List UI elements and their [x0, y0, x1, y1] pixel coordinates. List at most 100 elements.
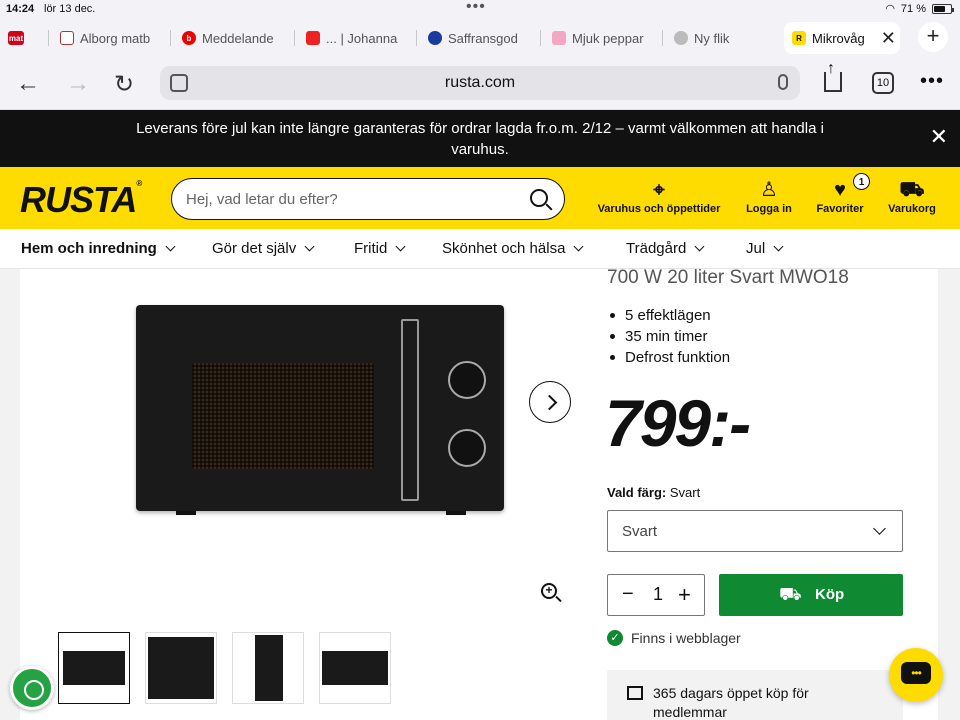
- nav-jul[interactable]: Jul: [746, 240, 784, 257]
- status-date: lör 13 dec.: [44, 3, 96, 15]
- chevron-down-icon: [304, 241, 315, 252]
- pink-favicon-icon: [552, 31, 566, 45]
- tab-mikrovag-active[interactable]: R Mikrovåg ✕: [784, 22, 900, 54]
- tab-label: Alborg matb: [80, 30, 151, 46]
- nav-label: Gör det själv: [212, 240, 297, 257]
- tab-alborg[interactable]: Alborg matb: [60, 26, 160, 50]
- microwave-handle: [401, 319, 419, 501]
- thumbnail-4[interactable]: [319, 632, 391, 704]
- location-pin-icon: ⌖: [653, 179, 665, 201]
- power-knob: [448, 361, 486, 399]
- tab-label: Mjuk peppar: [572, 30, 644, 46]
- cart-link[interactable]: ⛟ Varukorg: [884, 177, 940, 215]
- chat-button[interactable]: [889, 648, 943, 702]
- thumbnail-1[interactable]: [58, 632, 130, 704]
- zoom-icon[interactable]: +: [541, 583, 557, 599]
- favorites-badge: 1: [853, 173, 870, 190]
- select-value: Svart: [622, 523, 658, 540]
- product-title: 700 W 20 liter Svart MWO18: [607, 267, 849, 288]
- color-value: Svart: [669, 485, 701, 500]
- category-nav: Hem och inredning Gör det själv Fritid S…: [0, 229, 960, 269]
- b-favicon-icon: b: [182, 31, 196, 45]
- status-time: 14:24: [6, 3, 35, 15]
- close-tab-icon[interactable]: ✕: [881, 28, 896, 49]
- chevron-down-icon: [395, 241, 406, 252]
- product-image[interactable]: [136, 305, 504, 515]
- microwave-window: [192, 363, 374, 469]
- url-text: rusta.com: [444, 74, 516, 91]
- circle-favicon-icon: [428, 31, 442, 45]
- cart-label: Varukorg: [888, 203, 936, 215]
- tab-johanna[interactable]: ... | Johanna: [306, 26, 406, 50]
- nav-gor-det-sjalv[interactable]: Gör det själv: [212, 240, 315, 257]
- multitask-dots-icon[interactable]: •••: [466, 0, 486, 16]
- quantity-value[interactable]: 1: [653, 584, 663, 605]
- favorites-link[interactable]: ♥ 1 Favoriter: [812, 173, 870, 215]
- thumbnail-2[interactable]: [145, 632, 217, 704]
- chevron-down-icon: [873, 522, 886, 535]
- tab-label: Meddelande: [202, 30, 274, 46]
- tab-mat[interactable]: mat: [8, 26, 42, 50]
- cart-icon: ⛟: [899, 179, 925, 201]
- heart-icon: ♥ 1: [812, 173, 870, 203]
- tab-saffransgod[interactable]: Saffransgod: [428, 26, 528, 50]
- tab-count-button[interactable]: 10: [872, 72, 894, 94]
- buy-button[interactable]: ⛟ Köp: [719, 574, 903, 616]
- status-bar: 14:24 lör 13 dec. ••• ◠ 71 %: [0, 0, 960, 18]
- nav-fritid[interactable]: Fritid: [354, 240, 406, 257]
- chevron-down-icon: [694, 241, 705, 252]
- new-tab-button[interactable]: +: [918, 22, 948, 52]
- forward-arrow-icon[interactable]: →: [66, 70, 90, 98]
- feature-item: 35 min timer: [607, 326, 730, 347]
- rusta-logo[interactable]: RUSTA®: [20, 179, 142, 221]
- tab-label: Mikrovåg: [812, 30, 865, 46]
- rusta-favicon-icon: R: [792, 31, 806, 45]
- announcement-banner: Leverans före jul kan inte längre garant…: [0, 110, 960, 167]
- nav-hem-och-inredning[interactable]: Hem och inredning: [21, 240, 176, 257]
- nav-label: Fritid: [354, 240, 388, 257]
- box-icon: [627, 686, 643, 700]
- close-banner-icon[interactable]: ✕: [930, 124, 948, 150]
- nav-label: Hem och inredning: [21, 240, 157, 257]
- tab-mjuk-peppar[interactable]: Mjuk peppar: [552, 26, 652, 50]
- product-page: 700 W 20 liter Svart MWO18 + 5 effektläg…: [0, 267, 960, 720]
- more-menu-icon[interactable]: •••: [920, 70, 944, 93]
- timer-knob: [448, 429, 486, 467]
- site-header: RUSTA® Hej, vad letar du efter? ⌖ Varuhu…: [0, 167, 960, 229]
- increase-quantity-button[interactable]: +: [678, 582, 691, 608]
- login-link[interactable]: ♙ Logga in: [740, 177, 798, 215]
- tab-ny-flik[interactable]: Ny flik: [674, 26, 774, 50]
- share-icon[interactable]: [824, 60, 842, 92]
- search-icon[interactable]: [530, 189, 548, 207]
- reload-icon[interactable]: ↻: [114, 70, 134, 99]
- thumbnail-3[interactable]: [232, 632, 304, 704]
- stock-status: ✓ Finns i webblager: [607, 630, 741, 646]
- next-image-button[interactable]: [529, 381, 571, 423]
- nav-skonhet-och-halsa[interactable]: Skönhet och hälsa: [442, 240, 584, 257]
- nav-label: Jul: [746, 240, 766, 257]
- back-arrow-icon[interactable]: ←: [16, 70, 40, 98]
- tab-bar: mat Alborg matb b Meddelande ... | Johan…: [0, 18, 960, 58]
- battery-icon: [932, 3, 954, 14]
- selected-color: Vald färg: Svart: [607, 485, 700, 500]
- microphone-icon[interactable]: [778, 74, 788, 90]
- battery-percent: 71 %: [900, 2, 926, 15]
- feature-list: 5 effektlägen 35 min timer Defrost funkt…: [607, 305, 730, 368]
- login-label: Logga in: [746, 203, 792, 215]
- tab-meddelande[interactable]: b Meddelande: [182, 26, 282, 50]
- wifi-icon: ◠: [885, 3, 895, 15]
- announcement-text: Leverans före jul kan inte längre garant…: [136, 120, 824, 158]
- search-input[interactable]: Hej, vad letar du efter?: [171, 178, 565, 220]
- nav-tradgard[interactable]: Trädgård: [626, 240, 705, 257]
- red-favicon-icon: [306, 31, 320, 45]
- color-select[interactable]: Svart: [607, 510, 903, 552]
- feature-item: 5 effektlägen: [607, 305, 730, 326]
- favorites-label: Favoriter: [816, 203, 864, 215]
- chevron-down-icon: [573, 241, 584, 252]
- decrease-quantity-button[interactable]: −: [622, 583, 634, 606]
- cookie-settings-button[interactable]: [10, 666, 54, 710]
- buy-label: Köp: [815, 586, 845, 603]
- color-label: Vald färg:: [607, 485, 667, 500]
- address-bar[interactable]: rusta.com: [160, 66, 800, 100]
- stores-link[interactable]: ⌖ Varuhus och öppettider: [594, 177, 724, 215]
